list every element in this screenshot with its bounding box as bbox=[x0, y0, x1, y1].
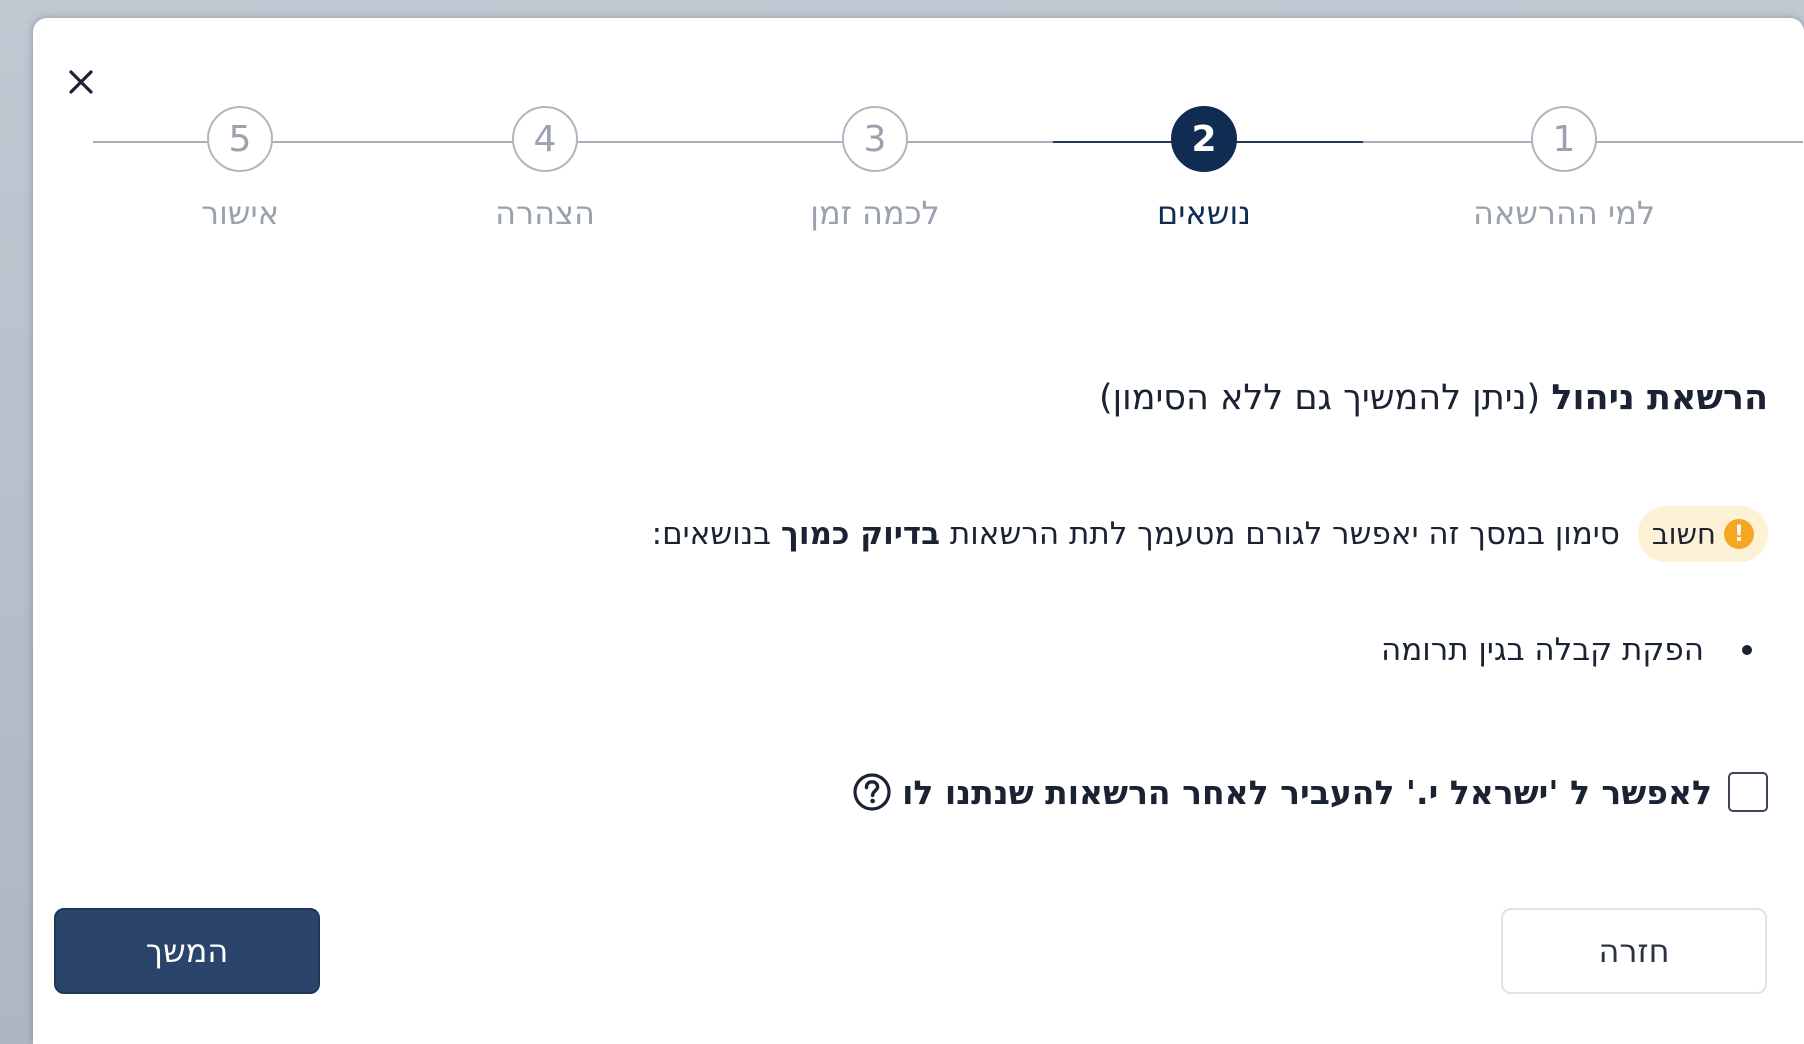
bullet-icon bbox=[1742, 645, 1752, 655]
step-3-circle: 3 bbox=[842, 106, 908, 172]
important-text-bold: בדיוק כמוך bbox=[780, 516, 940, 552]
step-4-label: הצהרה bbox=[495, 194, 595, 232]
step-1-label: למי ההרשאה bbox=[1472, 194, 1656, 232]
question-circle-icon[interactable] bbox=[852, 772, 892, 812]
important-badge-label: חשוב bbox=[1651, 517, 1716, 551]
step-5[interactable]: 5 אישור bbox=[120, 106, 360, 232]
step-3[interactable]: 3 לכמה זמן bbox=[755, 106, 995, 232]
topics-list: הפקת קבלה בגין תרומה bbox=[1381, 632, 1768, 668]
section-title: הרשאת ניהול bbox=[1551, 378, 1768, 418]
continue-button[interactable]: המשך bbox=[54, 908, 320, 994]
step-1[interactable]: 1 למי ההרשאה bbox=[1444, 106, 1684, 232]
step-2[interactable]: 2 נושאים bbox=[1084, 106, 1324, 232]
step-2-circle: 2 bbox=[1171, 106, 1237, 172]
topic-label: הפקת קבלה בגין תרומה bbox=[1380, 632, 1704, 668]
list-item: הפקת קבלה בגין תרומה bbox=[1381, 632, 1768, 668]
step-2-label: נושאים bbox=[1157, 194, 1251, 232]
delegate-checkbox[interactable] bbox=[1728, 772, 1768, 812]
step-3-label: לכמה זמן bbox=[810, 194, 940, 232]
step-1-circle: 1 bbox=[1531, 106, 1597, 172]
step-4-circle: 4 bbox=[512, 106, 578, 172]
back-button[interactable]: חזרה bbox=[1501, 908, 1767, 994]
step-5-label: אישור bbox=[201, 194, 279, 232]
permission-wizard-dialog: 1 למי ההרשאה 2 נושאים 3 לכמה זמן 4 הצהרה… bbox=[33, 18, 1804, 1044]
delegate-permission-option: לאפשר ל 'ישראל י.' להעביר לאחר הרשאות שנ… bbox=[852, 772, 1768, 812]
important-text-end: בנושאים: bbox=[651, 516, 781, 552]
warning-icon: ! bbox=[1724, 519, 1754, 549]
step-4[interactable]: 4 הצהרה bbox=[425, 106, 665, 232]
important-badge: ! חשוב bbox=[1637, 506, 1768, 562]
wizard-stepper: 1 למי ההרשאה 2 נושאים 3 לכמה זמן 4 הצהרה… bbox=[33, 18, 1804, 278]
step-5-circle: 5 bbox=[207, 106, 273, 172]
section-title-note: (ניתן להמשיך גם ללא הסימון) bbox=[1098, 378, 1541, 418]
delegate-checkbox-label[interactable]: לאפשר ל 'ישראל י.' להעביר לאחר הרשאות שנ… bbox=[902, 773, 1712, 812]
important-notice: ! חשוב סימון במסך זה יאפשר לגורם מטעמך ל… bbox=[652, 506, 1768, 562]
important-text-start: סימון במסך זה יאפשר לגורם מטעמך לתת הרשא… bbox=[939, 516, 1620, 552]
important-text: סימון במסך זה יאפשר לגורם מטעמך לתת הרשא… bbox=[652, 516, 1620, 552]
section-heading: הרשאת ניהול (ניתן להמשיך גם ללא הסימון) bbox=[1099, 378, 1768, 418]
